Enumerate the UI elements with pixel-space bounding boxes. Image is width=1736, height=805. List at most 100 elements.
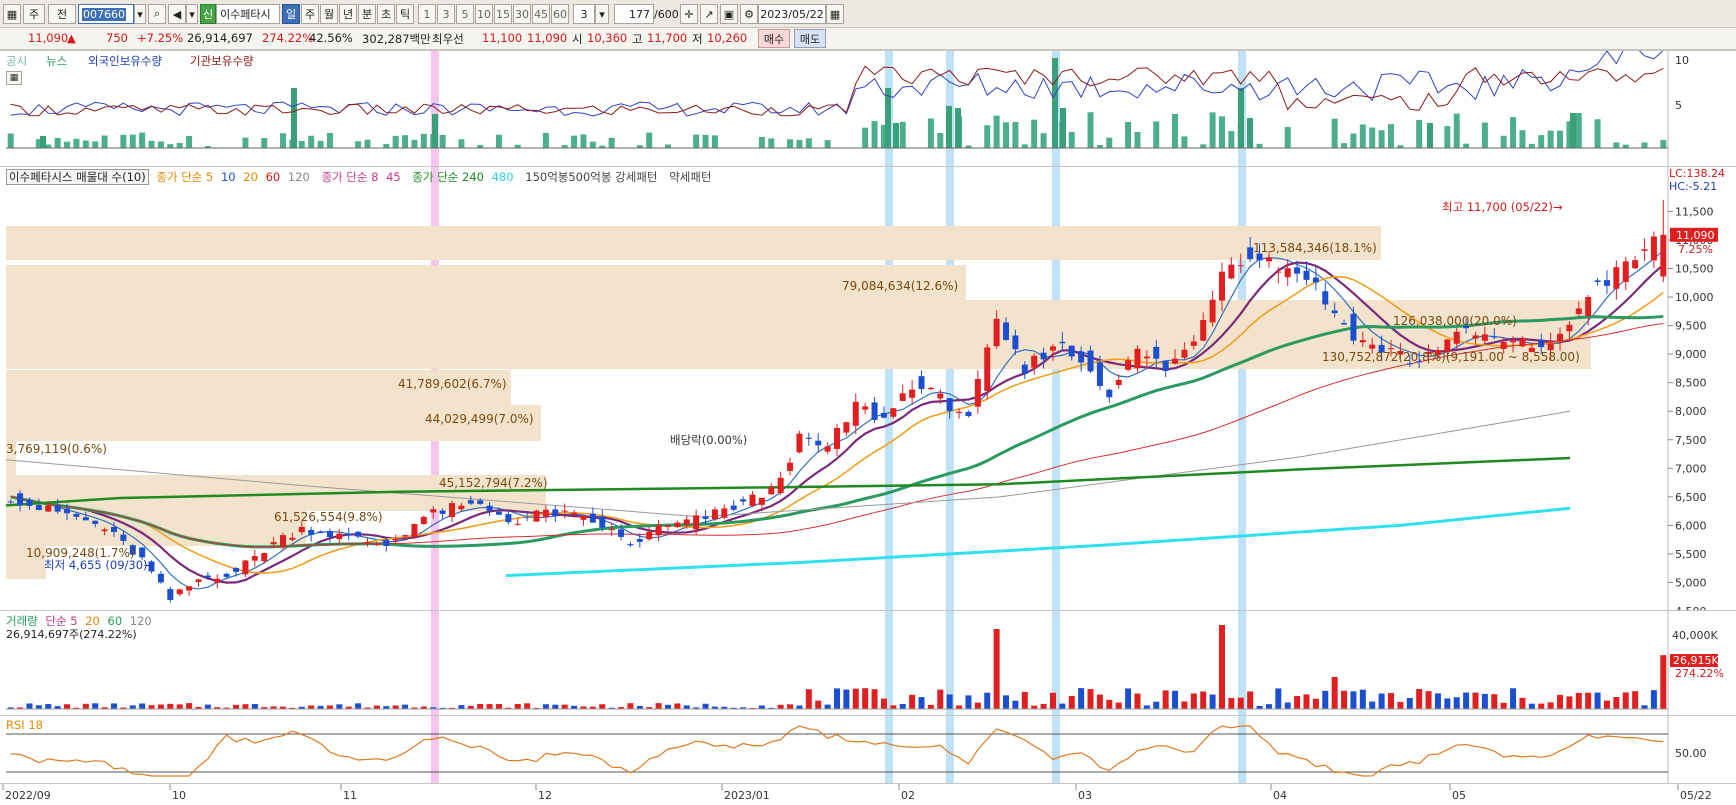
profile-label-4: 41,789,602(6.7%): [398, 377, 507, 391]
candle-body-78: [740, 499, 747, 502]
volume-bar-51: [486, 704, 493, 709]
price-panel[interactable]: 11,50011,00010,50010,0009,5009,0008,5008…: [0, 166, 1736, 618]
period-tab-4[interactable]: 분: [358, 4, 376, 24]
top-band-pink: [431, 51, 439, 167]
profile-label-6: 3,769,119(0.6%): [6, 442, 107, 456]
interval-button-5[interactable]: 5: [456, 4, 474, 24]
volume-bar-117: [1106, 699, 1113, 709]
candle-body-165: [1557, 333, 1564, 341]
rsi-tick-50: 50.00: [1675, 747, 1707, 760]
stock-code-value: 007660: [82, 7, 126, 21]
interval-button-3[interactable]: 3: [437, 4, 455, 24]
date-input[interactable]: 2023/05/22: [758, 4, 826, 24]
news-bar-40: [383, 143, 390, 148]
candle-body-29: [280, 535, 286, 547]
period-tab-6[interactable]: 틱: [396, 4, 414, 24]
candle-body-156: [1472, 335, 1479, 339]
gear-icon[interactable]: ⚙: [740, 4, 758, 24]
volume-bar-110: [1040, 703, 1047, 709]
period-tab-3[interactable]: 년: [339, 4, 357, 24]
interval-button-1[interactable]: 1: [418, 4, 436, 24]
profile-label-2: 126,038,000(20.0%): [1393, 314, 1517, 328]
news-spike-4: [893, 123, 899, 148]
draw-tool-icon[interactable]: ↗: [700, 4, 718, 24]
candle-body-176: [1660, 234, 1667, 277]
candle-body-123: [1162, 360, 1169, 371]
x-tick-label-5: 02: [901, 789, 915, 802]
candle-body-6: [64, 508, 71, 514]
interval-button-60[interactable]: 60: [551, 4, 569, 24]
calendar-icon[interactable]: ▦: [826, 4, 844, 24]
news-bar-46: [439, 134, 446, 148]
candle-body-21: [204, 575, 211, 578]
candle-body-137: [1294, 267, 1301, 274]
candle-body-2: [26, 499, 33, 506]
candle-body-30: [289, 537, 296, 540]
code-dropdown-icon[interactable]: ▾: [134, 4, 146, 24]
interval-button-45[interactable]: 45: [532, 4, 550, 24]
rsi-panel[interactable]: 50.00 RSI 18: [0, 715, 1736, 784]
search-icon[interactable]: ⌕: [148, 4, 166, 24]
change-value: 750: [106, 31, 128, 45]
volume-bar-8: [82, 703, 89, 709]
candle-body-171: [1613, 267, 1620, 289]
period-tab-5[interactable]: 초: [377, 4, 395, 24]
volume-bar-116: [1096, 694, 1103, 709]
stock-code-input[interactable]: 007660: [78, 4, 134, 24]
news-bar-145: [1369, 127, 1376, 148]
interval-dropdown-icon[interactable]: ▾: [595, 4, 609, 24]
volume-bar-83: [787, 704, 794, 709]
volume-bar-112: [1059, 703, 1066, 709]
interval-button-30[interactable]: 30: [513, 4, 531, 24]
holdings-panel[interactable]: 10 5 공시 뉴스 외국인보유수량 기관보유수량 ▦: [0, 45, 1736, 167]
candle-body-136: [1284, 268, 1291, 278]
candle-body-130: [1228, 264, 1235, 279]
price-tick-label-4: 9,500: [1675, 320, 1707, 333]
legend-profile[interactable]: 이수페타시스 매물대 수(10): [6, 169, 149, 185]
ma480-line: [505, 506, 1571, 578]
save-icon[interactable]: ▣: [720, 4, 738, 24]
news-bar-25: [242, 137, 249, 148]
count-input[interactable]: 177: [614, 4, 654, 24]
news-bar-60: [571, 135, 578, 148]
candle-body-66: [627, 544, 634, 546]
candle-body-114: [1078, 351, 1085, 363]
period-tab-2[interactable]: 월: [320, 4, 338, 24]
volume-bar-91: [862, 688, 869, 709]
volume-panel[interactable]: 40,000K 26,915K 274.22% 거래량 단순 5 20 60 120…: [0, 610, 1736, 716]
sell-button[interactable]: 매도: [794, 29, 826, 48]
bid-price: 11,090: [527, 31, 568, 45]
speaker-dropdown-icon[interactable]: ▾: [186, 4, 198, 24]
news-bar-113: [1068, 131, 1075, 148]
panel-grid-icon[interactable]: ▦: [6, 71, 22, 85]
buy-button[interactable]: 매수: [758, 29, 790, 48]
news-bar-172: [1622, 144, 1629, 148]
candle-body-40: [383, 539, 390, 547]
prev-button[interactable]: 전: [48, 4, 76, 24]
profile-label-8: 61,526,554(9.8%): [274, 510, 383, 524]
volume-bar-84: [796, 705, 803, 709]
current-price-axis-label: 11,090: [1676, 229, 1715, 242]
interval-button-10[interactable]: 10: [475, 4, 493, 24]
price-tick-label-7: 8,000: [1675, 405, 1707, 418]
candle-body-175: [1650, 236, 1657, 261]
stock-name-field[interactable]: 이수페타시: [216, 4, 280, 24]
crosshair-icon[interactable]: ✛: [680, 4, 698, 24]
volume-bar-88: [834, 688, 840, 709]
chart-menu-icon[interactable]: ▦: [3, 4, 21, 24]
period-tab-0[interactable]: 일: [282, 4, 300, 24]
interval-input[interactable]: 3: [573, 4, 595, 24]
news-bar-128: [1209, 112, 1216, 148]
stock-name: 이수페타시: [220, 8, 271, 21]
period-tab-1[interactable]: 주: [301, 4, 319, 24]
speaker-icon[interactable]: ◀: [168, 4, 186, 24]
volume-bar-111: [1049, 692, 1056, 709]
legend-ma-group1: 종가 단순 5: [156, 170, 214, 184]
news-bar-6: [64, 141, 71, 148]
period-select[interactable]: 주: [23, 4, 45, 24]
volume-bar-96: [909, 694, 916, 709]
interval-button-15[interactable]: 15: [494, 4, 512, 24]
volume-bar-160: [1510, 688, 1517, 709]
legend-bear-pattern: 약세패턴: [669, 170, 712, 184]
news-bar-127: [1200, 144, 1207, 148]
